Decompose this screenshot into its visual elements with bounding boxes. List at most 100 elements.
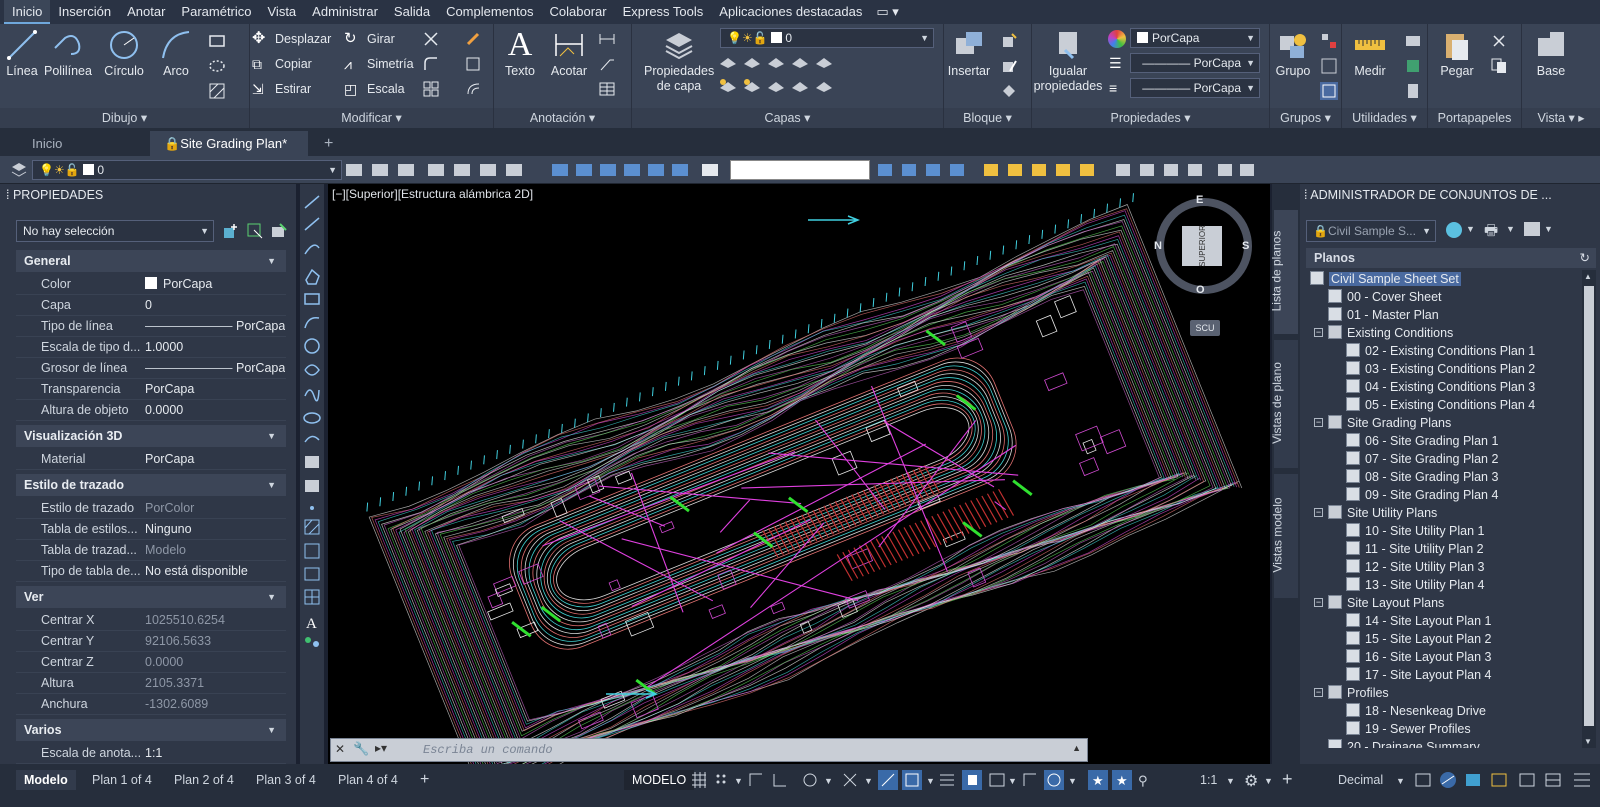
id-point-icon[interactable]: [1404, 57, 1422, 75]
property-row[interactable]: Transparencia PorCapa: [16, 379, 286, 400]
section-vis3d[interactable]: Visualización 3D ▼: [16, 425, 286, 447]
collapse-caret-icon[interactable]: ▼: [267, 719, 276, 741]
command-history-icon[interactable]: ▲: [1072, 743, 1081, 753]
sheet-item[interactable]: 10 - Site Utility Plan 1: [1346, 522, 1485, 540]
property-row[interactable]: Material PorCapa: [16, 449, 286, 470]
sheet-item[interactable]: 19 - Sewer Profiles: [1346, 720, 1471, 738]
annotation-scale[interactable]: 1:1: [1192, 770, 1225, 790]
section-general[interactable]: General ▼: [16, 250, 286, 272]
fillet-icon[interactable]: [422, 55, 440, 73]
sheet-tools-arrow-icon[interactable]: ▼: [1544, 224, 1553, 234]
property-row[interactable]: Color PorCapa: [16, 274, 286, 295]
group-edit-icon[interactable]: [1320, 57, 1338, 75]
sheet-item[interactable]: 00 - Cover Sheet: [1328, 288, 1442, 306]
panel-title-capas[interactable]: Capas ▾: [632, 108, 943, 128]
refresh-icon[interactable]: ↻: [1580, 248, 1590, 268]
property-row[interactable]: Altura 2105.3371: [16, 673, 286, 694]
array-icon[interactable]: [422, 80, 440, 98]
linear-dim-icon[interactable]: [598, 30, 616, 48]
plot-icon[interactable]: 🖶: [1484, 220, 1498, 245]
copiar-button[interactable]: ⧉ Copiar: [252, 53, 312, 75]
copy-clip-icon[interactable]: [1490, 57, 1508, 75]
sheet-item[interactable]: 20 - Drainage Summary: [1328, 738, 1480, 748]
collapse-toggle-icon[interactable]: −: [1314, 328, 1323, 337]
publish-arrow-icon[interactable]: ▼: [1466, 224, 1475, 234]
tab-lista-planos[interactable]: Lista de planos: [1269, 210, 1298, 334]
panel-title-portapapeles[interactable]: Portapapeles: [1428, 108, 1521, 128]
scroll-thumb[interactable]: [1584, 286, 1594, 726]
scroll-down-icon[interactable]: ▼: [1584, 737, 1592, 746]
sheet-item[interactable]: 12 - Site Utility Plan 3: [1346, 558, 1485, 576]
layer-manager-icon[interactable]: [10, 161, 28, 179]
rectangle-icon[interactable]: [208, 32, 226, 50]
property-row[interactable]: Tipo de tabla de... No está disponible: [16, 561, 286, 582]
draw-tools-icon[interactable]: A: [300, 190, 324, 650]
pegar-button[interactable]: Pegar: [1434, 28, 1480, 79]
property-row[interactable]: Tabla de estilos... Ninguno: [16, 519, 286, 540]
layout-tab-modelo[interactable]: Modelo: [16, 770, 76, 790]
section-trazado[interactable]: Estilo de trazado ▼: [16, 474, 286, 496]
trim-icon[interactable]: [422, 30, 440, 48]
grupo-button[interactable]: Grupo: [1270, 28, 1316, 79]
panel-title-anotacion[interactable]: Anotación ▾: [494, 108, 631, 128]
sheet-item[interactable]: 17 - Site Layout Plan 4: [1346, 666, 1491, 684]
property-row[interactable]: Capa 0: [16, 295, 286, 316]
menu-salida[interactable]: Salida: [386, 0, 438, 24]
sheet-subset[interactable]: Existing Conditions: [1328, 324, 1453, 342]
sheet-item[interactable]: 11 - Site Utility Plan 2: [1346, 540, 1484, 558]
viewcube-face[interactable]: SUPERIOR: [1182, 225, 1222, 267]
quick-select-icon[interactable]: [1404, 32, 1422, 50]
sheet-subset[interactable]: Site Utility Plans: [1328, 504, 1437, 522]
toggle-pickadd-icon[interactable]: [222, 222, 240, 240]
erase-icon[interactable]: [464, 30, 482, 48]
units-display[interactable]: Decimal: [1330, 770, 1391, 790]
ungroup-icon[interactable]: [1320, 32, 1338, 50]
menu-aplicaciones[interactable]: Aplicaciones destacadas: [711, 0, 870, 24]
toolbar-icons-group-1[interactable]: [346, 161, 726, 179]
select-objects-icon[interactable]: [246, 222, 264, 240]
sheet-item[interactable]: 09 - Site Grading Plan 4: [1346, 486, 1498, 504]
property-row[interactable]: Tabla de trazad... Modelo: [16, 540, 286, 561]
sheet-item[interactable]: 14 - Site Layout Plan 1: [1346, 612, 1491, 630]
sheet-subset[interactable]: Site Grading Plans: [1328, 414, 1451, 432]
linetype-dropdown[interactable]: ———— PorCapa ▼: [1130, 53, 1260, 73]
texto-button[interactable]: A Texto: [500, 28, 540, 79]
propiedades-capa-button[interactable]: Propiedades de capa: [644, 28, 714, 94]
create-block-icon[interactable]: [1000, 32, 1018, 50]
panel-title-utilidades[interactable]: Utilidades ▾: [1342, 108, 1427, 128]
desplazar-button[interactable]: ✥ Desplazar: [252, 28, 331, 50]
collapse-caret-icon[interactable]: ▼: [267, 425, 276, 447]
publish-globe-icon[interactable]: [1446, 222, 1462, 238]
sheet-item[interactable]: 16 - Site Layout Plan 3: [1346, 648, 1491, 666]
panel-title-vista[interactable]: Vista ▾ ▸: [1522, 108, 1600, 128]
linea-button[interactable]: Línea: [2, 28, 42, 79]
color-wheel-icon[interactable]: [1108, 30, 1126, 48]
menu-anotar[interactable]: Anotar: [119, 0, 173, 24]
hatch-icon[interactable]: [208, 82, 226, 100]
property-row[interactable]: Escala de anota... 1:1: [16, 743, 286, 764]
units-arrow-icon[interactable]: ▼: [1396, 776, 1405, 786]
panel-title-propiedades[interactable]: Propiedades ▾: [1032, 108, 1269, 128]
collapse-caret-icon[interactable]: ▼: [267, 586, 276, 608]
scale-arrow-icon[interactable]: ▼: [1226, 776, 1235, 786]
sheet-item[interactable]: 13 - Site Utility Plan 4: [1346, 576, 1485, 594]
sheet-item[interactable]: 01 - Master Plan: [1328, 306, 1439, 324]
acotar-button[interactable]: Acotar: [546, 28, 592, 79]
property-row[interactable]: Centrar Z 0.0000: [16, 652, 286, 673]
table-icon[interactable]: [598, 80, 616, 98]
calculator-icon[interactable]: [1404, 82, 1422, 100]
panel-title-modificar[interactable]: Modificar ▾: [250, 108, 493, 128]
status-right-icons[interactable]: [1414, 770, 1594, 790]
property-row[interactable]: Centrar X 1025510.6254: [16, 610, 286, 631]
leader-icon[interactable]: [598, 55, 616, 73]
sheet-item[interactable]: 15 - Site Layout Plan 2: [1346, 630, 1491, 648]
new-tab-plus-icon[interactable]: +: [316, 131, 346, 156]
property-row[interactable]: Tipo de línea ——————— PorCapa: [16, 316, 286, 337]
wcs-menu[interactable]: SCU: [1190, 320, 1220, 336]
sheet-subset[interactable]: Profiles: [1328, 684, 1389, 702]
tab-vistas-modelo[interactable]: Vistas modelo: [1271, 474, 1298, 598]
plot-arrow-icon[interactable]: ▼: [1506, 224, 1515, 234]
igualar-propiedades-button[interactable]: Igualar propiedades: [1032, 28, 1104, 94]
layout-tab-plan-4[interactable]: Plan 4 of 4: [330, 770, 406, 790]
command-close-icon[interactable]: ✕: [335, 742, 345, 756]
